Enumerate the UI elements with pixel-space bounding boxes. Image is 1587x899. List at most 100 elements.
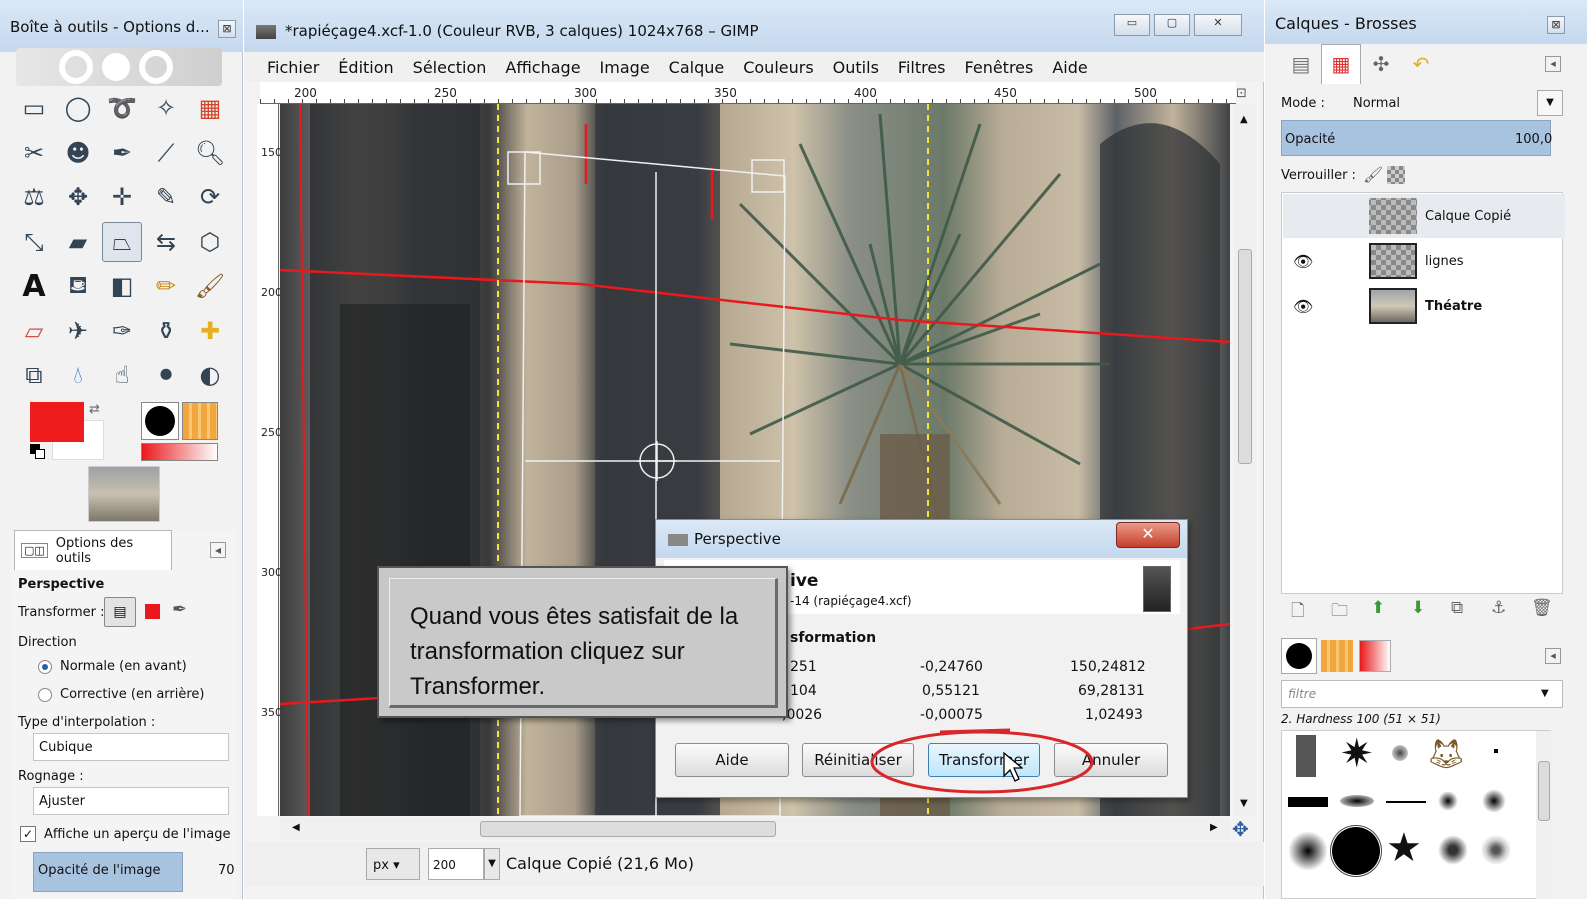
menu-tools[interactable]: Outils: [833, 52, 879, 82]
move-icon[interactable]: ✥: [58, 177, 98, 217]
new-layer-icon[interactable]: 🗋: [1291, 598, 1305, 627]
visibility-eye-icon[interactable]: 👁︎: [1293, 297, 1313, 316]
pencil-icon[interactable]: ✏: [146, 266, 186, 306]
mode-value[interactable]: Normal: [1353, 96, 1400, 111]
dock-close-icon[interactable]: ⊠: [1547, 16, 1565, 34]
menu-help[interactable]: Aide: [1052, 52, 1087, 82]
perspective-tool-icon[interactable]: ⏢: [102, 221, 142, 262]
brush-item[interactable]: [1288, 797, 1328, 807]
image-thumbnail[interactable]: [88, 466, 160, 522]
measure-icon[interactable]: ⚖: [14, 177, 54, 217]
brush-filter-input[interactable]: filtre: [1281, 680, 1563, 708]
zoom-fit-icon[interactable]: ⊡: [1236, 86, 1247, 101]
anchor-layer-icon[interactable]: ⚓: [1491, 598, 1506, 618]
scissors-icon[interactable]: ✂: [14, 133, 54, 173]
menu-edit[interactable]: Édition: [338, 52, 393, 82]
brush-item[interactable]: [1288, 831, 1328, 871]
rotate-icon[interactable]: ⟳: [190, 177, 230, 217]
scroll-right-icon[interactable]: ▶: [1210, 822, 1218, 833]
scroll-down-icon[interactable]: ▼: [1240, 798, 1248, 809]
brush-item[interactable]: [1482, 789, 1506, 813]
tab-channels[interactable]: ▦: [1321, 44, 1361, 84]
brush-item[interactable]: [1392, 745, 1408, 761]
text-tool-icon[interactable]: A: [14, 266, 54, 306]
dodge-burn-icon[interactable]: ⚫: [146, 355, 186, 395]
direction-forward-radio[interactable]: Normale (en avant): [38, 659, 187, 674]
configure-tab-icon[interactable]: ◂: [210, 542, 226, 558]
menu-file[interactable]: Fichier: [267, 52, 319, 82]
foreground-color-swatch[interactable]: [30, 402, 84, 442]
brushes-configure-icon[interactable]: ◂: [1545, 648, 1561, 664]
transform-layer-button[interactable]: ▤: [104, 597, 136, 627]
layer-row[interactable]: Calque Copié: [1283, 194, 1565, 238]
direction-corrective-radio[interactable]: Corrective (en arrière): [38, 687, 205, 702]
eraser-icon[interactable]: ▱: [14, 311, 54, 351]
brush-item[interactable]: [1438, 835, 1468, 865]
menu-select[interactable]: Sélection: [413, 52, 487, 82]
bucket-fill-icon[interactable]: ⛾: [58, 266, 98, 306]
menu-view[interactable]: Affichage: [505, 52, 580, 82]
brush-item[interactable]: [1494, 749, 1498, 753]
swap-colors-icon[interactable]: ⇄: [89, 402, 100, 417]
brush-item[interactable]: [1340, 795, 1374, 807]
pattern-indicator[interactable]: [182, 402, 218, 440]
gradient-icon[interactable]: ◧: [102, 266, 142, 306]
shear-icon[interactable]: ▰: [58, 222, 98, 262]
zoom-icon[interactable]: 🔍︎: [190, 133, 230, 173]
default-colors-icon[interactable]: [30, 444, 46, 460]
interpolation-select[interactable]: Cubique: [33, 733, 229, 761]
help-button[interactable]: Aide: [675, 743, 789, 777]
brush-indicator[interactable]: [141, 402, 179, 440]
window-close-button[interactable]: ✕: [1194, 14, 1242, 36]
lower-layer-icon[interactable]: ⬇: [1411, 598, 1425, 618]
brush-item[interactable]: [1296, 735, 1316, 777]
vertical-scrollbar[interactable]: ▲ ▼: [1234, 104, 1256, 816]
visibility-eye-icon[interactable]: 👁︎: [1293, 252, 1313, 271]
clipping-select[interactable]: Ajuster: [33, 787, 229, 815]
transform-path-icon[interactable]: ✒: [172, 599, 187, 620]
preview-checkbox[interactable]: ✓ Affiche un aperçu de l'image: [20, 826, 230, 842]
tab-undo[interactable]: ↶: [1401, 46, 1441, 82]
menu-colors[interactable]: Couleurs: [743, 52, 813, 82]
rect-select-icon[interactable]: ▭: [14, 88, 54, 128]
heal-icon[interactable]: ✚: [190, 311, 230, 351]
tab-paths[interactable]: ✣: [1361, 46, 1401, 82]
zoom-select[interactable]: 200: [428, 848, 484, 880]
filter-dropdown-icon[interactable]: ▼: [1541, 688, 1549, 699]
brush-item[interactable]: ★: [1386, 825, 1422, 871]
dock-configure-icon[interactable]: ◂: [1545, 56, 1561, 72]
scroll-left-icon[interactable]: ◀: [292, 822, 300, 833]
raise-layer-icon[interactable]: ⬆: [1371, 598, 1385, 618]
foreground-select-icon[interactable]: ☻: [58, 133, 98, 173]
lock-alpha-icon[interactable]: [1387, 166, 1405, 184]
ellipse-select-icon[interactable]: ◯: [58, 88, 98, 128]
color-select-icon[interactable]: ▦: [190, 88, 230, 128]
delete-layer-icon[interactable]: 🗑︎: [1531, 598, 1553, 618]
brush-item[interactable]: ✷: [1340, 731, 1374, 777]
brush-item[interactable]: [1438, 791, 1458, 811]
navigate-icon[interactable]: ✥: [1232, 817, 1249, 841]
minimize-button[interactable]: ▭: [1114, 14, 1150, 36]
tab-brushes[interactable]: [1281, 638, 1317, 674]
transform-selection-icon[interactable]: [145, 604, 160, 619]
align-icon[interactable]: ✛: [102, 177, 142, 217]
horizontal-scrollbar[interactable]: ◀ ▶: [280, 818, 1230, 840]
menu-windows[interactable]: Fenêtres: [965, 52, 1034, 82]
menu-layer[interactable]: Calque: [669, 52, 725, 82]
layer-row[interactable]: 👁︎ lignes: [1283, 239, 1565, 283]
scroll-up-icon[interactable]: ▲: [1240, 114, 1248, 125]
blur-icon[interactable]: 💧︎: [58, 355, 98, 395]
color-picker-icon[interactable]: ⟋: [146, 133, 186, 173]
tab-patterns[interactable]: [1321, 640, 1353, 672]
airbrush-icon[interactable]: ✈: [58, 311, 98, 351]
duplicate-layer-icon[interactable]: ⧉: [1451, 598, 1463, 618]
menu-image[interactable]: Image: [600, 52, 650, 82]
brush-item[interactable]: [1480, 835, 1512, 865]
zoom-dropdown-icon[interactable]: ▼: [484, 848, 500, 880]
brush-scrollbar[interactable]: [1536, 731, 1552, 899]
smudge-icon[interactable]: ☝: [102, 355, 142, 395]
unit-select[interactable]: px ▾: [366, 848, 420, 880]
fuzzy-select-icon[interactable]: ✧: [146, 88, 186, 128]
gradient-indicator[interactable]: [141, 443, 218, 461]
cage-icon[interactable]: ⬡: [190, 222, 230, 262]
